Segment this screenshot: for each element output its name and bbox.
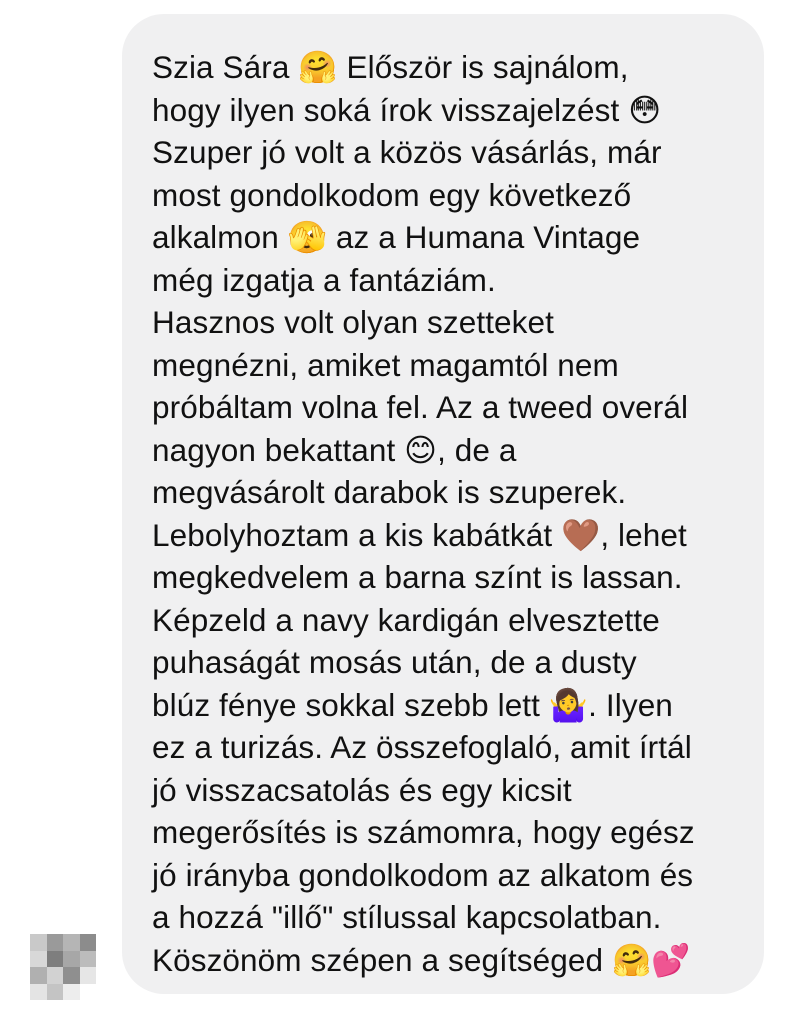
- message-bubble[interactable]: Szia Sára 🤗 Először is sajnálom, hogy il…: [122, 14, 764, 994]
- message-line: blúz fénye sokkal szebb lett 🤷‍♀️. Ilyen: [152, 686, 673, 723]
- message-line: Képzeld a navy kardigán elvesztette: [152, 601, 660, 638]
- avatar-pixel: [79, 934, 96, 951]
- message-line: megnézni, amiket magamtól nem: [152, 346, 619, 383]
- avatar-pixel: [63, 934, 80, 951]
- message-line: nagyon bekattant 😊, de a: [152, 431, 517, 468]
- avatar-pixel: [46, 983, 63, 1000]
- message-line: Köszönöm szépen a segítséged 🤗💕: [152, 941, 691, 978]
- message-line: Szia Sára 🤗 Először is sajnálom,: [152, 49, 629, 85]
- message-line: megkedvelem a barna színt is lassan.: [152, 559, 683, 595]
- avatar-pixel: [46, 950, 63, 967]
- message-line: alkalmon 🫣 az a Humana Vintage: [152, 219, 641, 255]
- message-line: megerősítés is számomra, hogy egész: [152, 814, 695, 850]
- message-line: próbáltam volna fel. Az a tweed overál: [152, 389, 689, 425]
- message-line: Hasznos volt olyan szetteket: [152, 304, 554, 340]
- avatar-pixel: [30, 967, 47, 984]
- message-line: ez a turizás. Az összefoglaló, amit írtá…: [152, 729, 692, 765]
- message-line: Lebolyhoztam a kis kabátkát 🤎, lehet: [152, 516, 687, 553]
- message-line: jó irányba gondolkodom az alkatom és: [152, 856, 694, 893]
- avatar-pixel: [46, 934, 63, 951]
- avatar-pixel: [30, 950, 47, 967]
- avatar-pixel: [63, 967, 80, 984]
- avatar-pixel: [30, 983, 47, 1000]
- avatar-pixel: [79, 983, 96, 1000]
- message-line: jó visszacsatolás és egy kicsit: [152, 771, 572, 808]
- message-line: még izgatja a fantáziám.: [152, 261, 496, 298]
- message-line: megvásárolt darabok is szuperek.: [152, 474, 627, 510]
- avatar-pixel: [30, 934, 47, 951]
- avatar-pixel: [79, 967, 96, 984]
- message-line: hogy ilyen soká írok visszajelzést 😳: [152, 91, 662, 128]
- avatar-pixel: [46, 967, 63, 984]
- message-line: Szuper jó volt a közös vásárlás, már: [152, 134, 662, 170]
- message-line: most gondolkodom egy következő: [152, 176, 632, 213]
- message-line: a hozzá "illő" stílussal kapcsolatban.: [152, 899, 662, 935]
- avatar-pixel: [63, 983, 80, 1000]
- avatar[interactable]: [30, 934, 96, 1000]
- avatar-pixel: [63, 950, 80, 967]
- message-line: puhaságát mosás után, de a dusty: [152, 644, 637, 680]
- avatar-pixel: [79, 950, 96, 967]
